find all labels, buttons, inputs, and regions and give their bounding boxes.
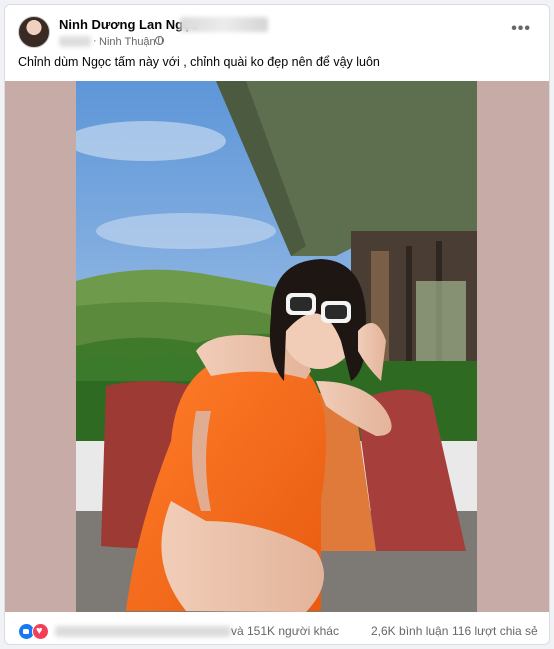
blurred-timestamp[interactable]: [59, 36, 91, 47]
reaction-icons[interactable]: [18, 623, 50, 640]
blurred-reactor-names[interactable]: [55, 626, 231, 637]
love-icon: [32, 623, 49, 640]
avatar[interactable]: [18, 16, 50, 48]
post-header: Ninh Dương Lan Ngọc · Ninh Thuận •••: [5, 5, 549, 57]
author-name[interactable]: Ninh Dương Lan Ngọc: [59, 17, 198, 32]
comment-count[interactable]: 2,6K bình luận: [371, 624, 448, 638]
reaction-count[interactable]: và 151K người khác: [231, 624, 339, 638]
location-text[interactable]: Ninh Thuận: [99, 36, 156, 48]
share-count[interactable]: 116 lượt chia sẻ: [452, 624, 538, 638]
globe-icon: [155, 36, 164, 45]
post-photo[interactable]: [76, 81, 477, 612]
blurred-name-suffix: [180, 17, 268, 32]
meta-separator: ·: [93, 35, 97, 47]
post-caption: Chỉnh dùm Ngọc tấm này với , chỉnh quài …: [18, 55, 380, 69]
post-footer: và 151K người khác 2,6K bình luận 116 lư…: [5, 613, 549, 644]
post-card: Ninh Dương Lan Ngọc · Ninh Thuận ••• Chỉ…: [4, 4, 550, 645]
post-media[interactable]: [5, 81, 549, 612]
more-options-button[interactable]: •••: [511, 21, 531, 37]
